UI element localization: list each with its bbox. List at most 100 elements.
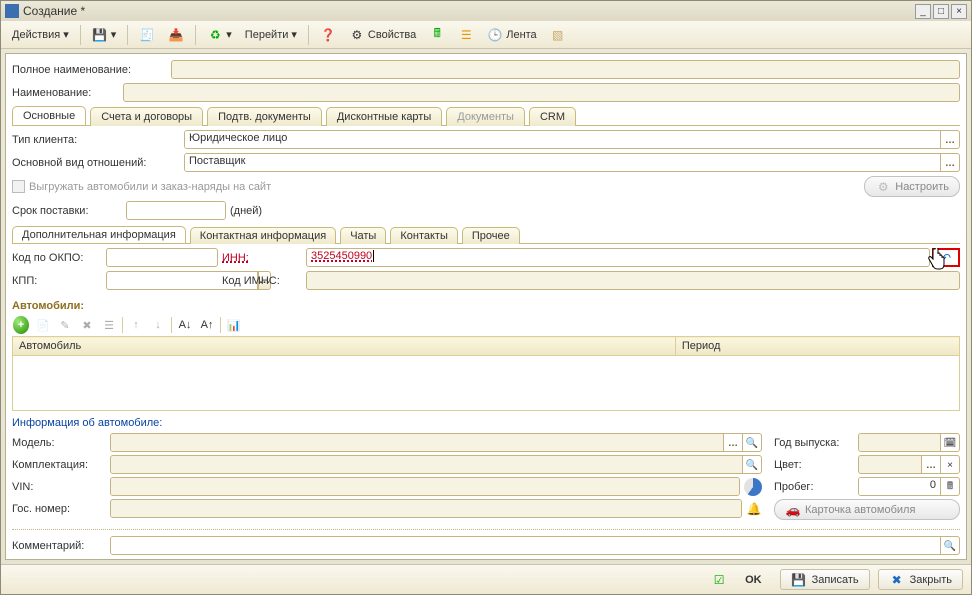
dropdown-icon: ▾ [111,28,117,41]
delivery-time-spinner[interactable]: × ◂▸ [126,201,226,220]
feed-label: Лента [506,29,536,41]
toolbar-doc-button[interactable]: 🧾 [134,25,160,45]
automobiles-table: Автомобиль Период [12,336,960,356]
year-label: Год выпуска: [774,437,854,449]
help-button[interactable]: ❓ [315,25,341,45]
inn-input[interactable]: 3525450990 [306,248,930,267]
tab-documents[interactable]: Документы [446,107,525,126]
subtab-other[interactable]: Прочее [462,227,520,244]
client-type-field[interactable]: Юридическое лицо … [184,130,960,149]
ellipsis-button[interactable]: … [940,131,959,149]
toolbar-separator [127,25,128,45]
gear-icon: ⚙ [349,27,365,43]
copy-row-button: 📄 [34,316,52,334]
okpo-input[interactable] [106,248,218,267]
refresh-button[interactable]: ♻▾ [202,25,237,45]
toolbar-extra-button[interactable]: ▧ [545,25,571,45]
ellipsis-button[interactable]: … [940,154,959,172]
toolbar-dl-button[interactable]: 📥 [163,25,189,45]
inn-lookup-button[interactable]: ↶ [932,248,960,267]
search-button[interactable]: 🔍 [742,434,761,452]
sort-asc-button[interactable]: A↓ [176,316,194,334]
vehicle-info-heading: Информация об автомобиле: [12,417,960,429]
properties-button[interactable]: ⚙Свойства [344,25,421,45]
car-card-button[interactable]: 🚗 Карточка автомобиля [774,499,960,520]
search-button[interactable]: 🔍 [940,537,959,555]
ellipsis-button[interactable]: … [723,434,742,452]
subtab-chats[interactable]: Чаты [340,227,386,244]
toolbar-calc-button[interactable]: 🖩 [424,25,450,45]
subtab-details[interactable]: Дополнительная информация [12,226,186,243]
gov-number-field[interactable] [110,499,742,518]
delivery-time-input[interactable] [127,202,226,219]
close-window-button[interactable]: × [951,4,967,19]
vin-field[interactable] [110,477,740,496]
floppy-icon: 💾 [92,27,108,43]
titlebar: Создание * _ □ × [1,1,971,21]
car-card-label: Карточка автомобиля [805,504,915,516]
delete-row-button: ✖ [78,316,96,334]
text-cursor [373,250,374,262]
feed-icon: 🕒 [487,27,503,43]
chart-button[interactable]: 📊 [225,316,243,334]
move-up-button: ↑ [127,316,145,334]
minimize-button[interactable]: _ [915,4,931,19]
actions-menu[interactable]: Действия▾ [7,25,74,45]
divider [12,529,960,530]
sub-tabs: Дополнительная информация Контактная инф… [12,226,960,244]
save-button[interactable]: 💾Записать [780,569,870,590]
color-field[interactable]: … × [858,455,960,474]
separator [220,317,221,333]
floppy-icon: 💾 [791,572,807,588]
tab-crm[interactable]: CRM [529,107,576,126]
tab-main[interactable]: Основные [12,106,86,125]
feed-button[interactable]: 🕒Лента [482,25,541,45]
upload-checkbox[interactable] [12,180,25,193]
maximize-button[interactable]: □ [933,4,949,19]
ellipsis-button[interactable]: … [921,456,940,474]
pie-icon [744,478,762,496]
tab-accounts[interactable]: Счета и договоры [90,107,203,126]
subtab-contact-info[interactable]: Контактная информация [190,227,336,244]
vin-value [111,478,739,495]
chart-icon: 📊 [227,319,241,332]
equipment-field[interactable]: 🔍 [110,455,762,474]
calendar-button[interactable]: 🗓 [940,434,959,452]
full-name-input[interactable] [171,60,960,79]
toolbar-separator [80,25,81,45]
automobiles-heading: Автомобили: [12,300,960,312]
tab-discount[interactable]: Дисконтные карты [326,107,442,126]
close-button[interactable]: ✖Закрыть [878,569,963,590]
save-icon-button[interactable]: 💾▾ [87,25,122,45]
name-input[interactable] [123,83,960,102]
comment-field[interactable]: 🔍 [110,536,960,555]
check-icon: ☑ [711,572,727,588]
automobiles-table-body[interactable] [12,356,960,411]
gov-number-label: Гос. номер: [12,503,106,515]
ok-button[interactable]: OK [735,569,772,590]
subtab-contacts[interactable]: Контакты [390,227,458,244]
properties-label: Свойства [368,29,416,41]
configure-button[interactable]: ⚙ Настроить [864,176,960,197]
col-period[interactable]: Период [675,337,959,356]
goto-menu[interactable]: Перейти▾ [240,25,302,45]
year-field[interactable]: 🗓 [858,433,960,452]
gear-icon: ⚙ [875,179,891,195]
client-type-label: Тип клиента: [12,134,180,146]
add-row-button[interactable]: + [12,316,30,334]
calc-button[interactable]: 🖩 [940,478,959,496]
toolbar-list-button[interactable]: ☰ [453,25,479,45]
clear-button[interactable]: × [940,456,959,474]
model-field[interactable]: … 🔍 [110,433,762,452]
tab-confirm-docs[interactable]: Подтв. документы [207,107,322,126]
search-button[interactable]: 🔍 [742,456,761,474]
gov-number-value [111,500,741,517]
mileage-field[interactable]: 0 🖩 [858,477,960,496]
sort-desc-button[interactable]: A↑ [198,316,216,334]
col-automobile[interactable]: Автомобиль [13,337,676,356]
imns-input[interactable] [306,271,960,290]
vin-label: VIN: [12,481,106,493]
color-label: Цвет: [774,459,854,471]
model-label: Модель: [12,437,106,449]
relation-field[interactable]: Поставщик … [184,153,960,172]
